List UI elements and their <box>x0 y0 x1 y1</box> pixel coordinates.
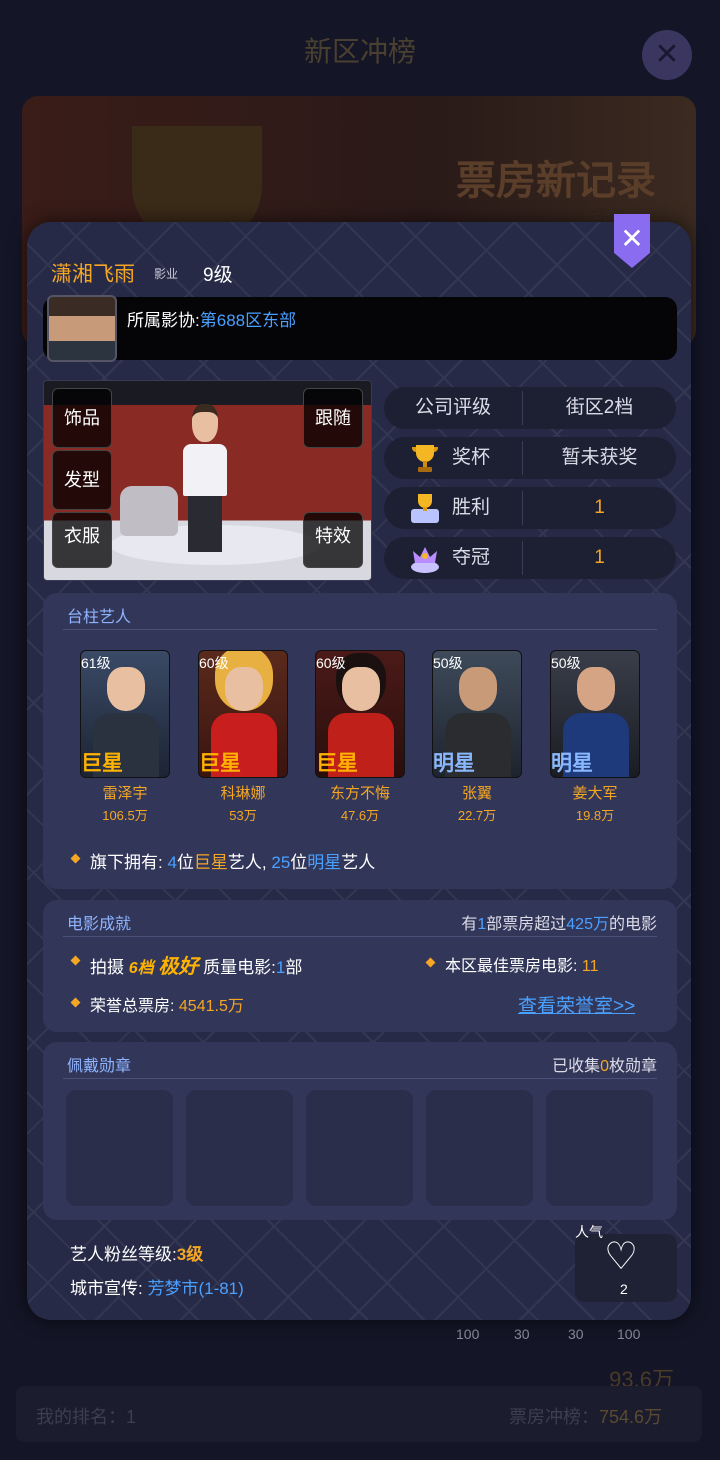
artist-name: 姜大军 <box>572 785 618 802</box>
banner-title: 票房新记录 <box>456 159 656 203</box>
bg-row-num: 30 <box>568 1326 584 1342</box>
medal-slot[interactable] <box>546 1090 653 1206</box>
artist-tier: 明星 <box>433 752 475 775</box>
stat-value: 1 <box>594 497 605 518</box>
artist-fans: 106.5万 <box>102 808 148 823</box>
artist-tier: 明星 <box>551 752 593 775</box>
artist-tier: 巨星 <box>81 752 123 775</box>
accessories-button[interactable]: 饰品 <box>52 388 112 448</box>
artist-card[interactable]: 60级 巨星 科琳娜 53万 <box>198 650 288 824</box>
artist-level: 60级 <box>316 655 346 671</box>
artist-name: 科琳娜 <box>220 785 266 802</box>
artist-tier: 巨星 <box>199 752 241 775</box>
artist-fans: 19.8万 <box>575 808 615 823</box>
artist-level: 50级 <box>551 655 581 671</box>
character-figure <box>178 404 232 552</box>
stat-value: 暂未获奖 <box>561 447 638 468</box>
popularity-label: 人气 <box>575 1224 603 1240</box>
section-title: 台柱艺人 <box>67 609 132 626</box>
stat-champion: 夺冠 1 <box>384 537 676 579</box>
association-info: 所属影协:第688区东部 <box>127 306 296 331</box>
city-promotion: 城市宣传: 芳梦市(1-81) <box>70 1279 244 1298</box>
boxoffice-rank-label: 票房冲榜： <box>508 1407 599 1427</box>
section-title: 电影成就 <box>67 916 132 933</box>
artist-level: 61级 <box>81 655 111 671</box>
artist-name: 雷泽宇 <box>102 785 148 802</box>
artist-fans: 47.6万 <box>340 808 380 823</box>
stat-trophy: 奖杯 暂未获奖 <box>384 437 676 479</box>
stat-company-rating: 公司评级 街区2档 <box>384 387 676 429</box>
artist-fans: 53万 <box>229 808 257 823</box>
artist-card[interactable]: 50级 明星 姜大军 19.8万 <box>550 650 640 824</box>
artist-name: 东方不悔 <box>329 785 390 802</box>
artist-card[interactable]: 61级 巨星 雷泽宇 106.5万 <box>80 650 170 824</box>
artist-fans: 22.7万 <box>457 808 497 823</box>
bg-row-num: 100 <box>617 1326 641 1342</box>
medal-slot[interactable] <box>186 1090 293 1206</box>
player-name: 潇湘飞雨 <box>51 263 135 286</box>
hair-button[interactable]: 发型 <box>52 450 112 510</box>
boxoffice-rank-value: 754.6万 <box>598 1407 662 1427</box>
view-hall-of-honor-link[interactable]: 查看荣誉室>> <box>518 991 635 1018</box>
best-movie: 本区最佳票房电影: 11 <box>445 952 599 976</box>
medal-slot[interactable] <box>426 1090 533 1206</box>
player-level: 9级 <box>203 265 233 286</box>
medal-slot[interactable] <box>306 1090 413 1206</box>
popularity-count: 2 <box>620 1281 628 1297</box>
bg-row-num: 100 <box>456 1326 480 1342</box>
chair-prop <box>120 486 178 536</box>
stat-label: 奖杯 <box>452 447 491 468</box>
artist-summary: 旗下拥有: 4位巨星艺人, 25位明星艺人 <box>90 848 375 873</box>
bg-row-num: 30 <box>514 1326 530 1342</box>
stat-label: 公司评级 <box>414 397 491 418</box>
stat-value: 1 <box>594 547 605 568</box>
background-close-icon[interactable]: ✕ <box>642 30 692 80</box>
artist-card[interactable]: 60级 巨星 东方不悔 47.6万 <box>315 650 405 824</box>
my-rank-bar: 我的排名：1 票房冲榜：754.6万 <box>16 1386 702 1442</box>
movies-summary: 有1部票房超过425万的电影 <box>461 916 657 933</box>
clothes-button[interactable]: 衣服 <box>52 512 112 568</box>
stat-label: 胜利 <box>452 497 491 518</box>
artist-name: 张翼 <box>461 785 492 802</box>
medal-slot[interactable] <box>66 1090 173 1206</box>
my-rank-label: 我的排名： <box>36 1407 126 1427</box>
association-value[interactable]: 第688区东部 <box>200 311 296 330</box>
artist-tier: 巨星 <box>316 752 358 775</box>
company-tag: 影业 <box>154 267 179 281</box>
association-label: 所属影协: <box>127 311 200 330</box>
section-title: 佩戴勋章 <box>67 1058 132 1075</box>
stat-value: 街区2档 <box>565 397 634 418</box>
quality-movies: 拍摄 6档 极好 质量电影:1部 <box>90 950 302 979</box>
artist-level: 50级 <box>433 655 463 671</box>
stat-victory: 胜利 1 <box>384 487 676 529</box>
artist-level: 60级 <box>199 655 229 671</box>
medals-count: 已收集0枚勋章 <box>552 1058 657 1075</box>
my-rank-value: 1 <box>126 1407 137 1427</box>
stat-label: 夺冠 <box>452 547 491 568</box>
effects-button[interactable]: 特效 <box>303 512 363 568</box>
background-title: 新区冲榜 <box>303 36 416 67</box>
follow-button[interactable]: 跟随 <box>303 388 363 448</box>
artist-card[interactable]: 50级 明星 张翼 22.7万 <box>432 650 522 824</box>
fan-level: 艺人粉丝等级:3级 <box>70 1245 204 1264</box>
total-boxoffice: 荣誉总票房: 4541.5万 <box>90 992 244 1016</box>
avatar[interactable] <box>47 295 117 362</box>
heart-icon[interactable]: ♡ <box>604 1238 638 1276</box>
